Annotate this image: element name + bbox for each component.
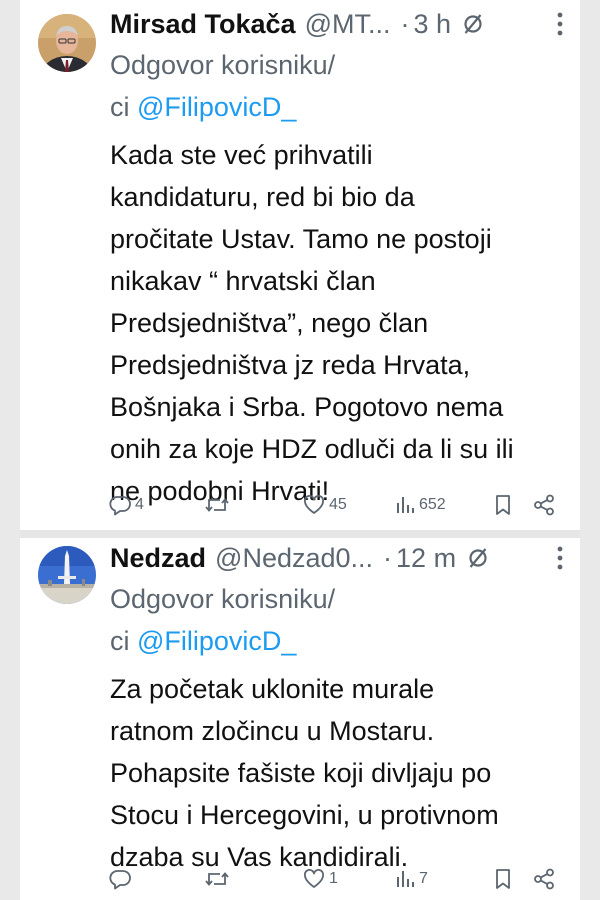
reply-mention-link[interactable]: @FilipovicD_ — [137, 92, 296, 122]
tweet[interactable]: Nedzad @Nedzad0... · 12 m Odgovor korisn… — [20, 538, 580, 900]
reply-button[interactable] — [108, 864, 135, 894]
views-button[interactable]: 652 — [394, 490, 446, 520]
reply-prefix-cont: ci — [110, 626, 137, 656]
reply-prefix: Odgovor korisniku/ — [110, 584, 336, 614]
avatar[interactable] — [38, 546, 96, 604]
tweet[interactable]: Mirsad Tokača @MT... · 3 h Odgovor koris… — [20, 4, 580, 530]
views-chart-icon — [397, 497, 414, 513]
views-button[interactable]: 7 — [394, 864, 428, 894]
bookmark-icon — [496, 869, 510, 889]
reply-context: Odgovor korisniku/ ci @FilipovicD_ — [110, 578, 566, 662]
reply-prefix-cont: ci — [110, 92, 137, 122]
grok-icon[interactable] — [461, 12, 485, 36]
like-button[interactable]: 1 — [302, 864, 338, 894]
timestamp[interactable]: 3 h — [413, 9, 451, 40]
user-handle[interactable]: @MT... — [305, 9, 391, 40]
reply-button[interactable]: 4 — [108, 490, 144, 520]
display-name[interactable]: Mirsad Tokača — [110, 9, 296, 40]
retweet-button[interactable] — [204, 864, 233, 894]
views-count: 7 — [419, 870, 428, 887]
tweet-actions: 4 45 652 — [20, 490, 580, 520]
tweet-header: Mirsad Tokača @MT... · 3 h — [110, 4, 566, 44]
tweet-divider — [20, 530, 580, 538]
timeline-feed: Mirsad Tokača @MT... · 3 h Odgovor koris… — [20, 0, 580, 900]
more-options-icon[interactable] — [556, 545, 566, 571]
heart-icon — [304, 495, 324, 514]
monument-sky-avatar-icon — [38, 546, 96, 604]
retweet-icon — [205, 498, 229, 512]
reply-count: 4 — [135, 496, 144, 513]
more-options-icon[interactable] — [556, 11, 566, 37]
share-button[interactable] — [532, 490, 556, 520]
views-count: 652 — [419, 496, 446, 513]
display-name[interactable]: Nedzad — [110, 543, 206, 574]
tweet-text: Za početak uklonite murale ratnom zločin… — [110, 674, 499, 872]
avatar[interactable] — [38, 14, 96, 72]
like-button[interactable]: 45 — [302, 490, 347, 520]
man-portrait-avatar-icon — [38, 14, 96, 72]
like-count: 45 — [329, 496, 347, 513]
timestamp[interactable]: 12 m — [396, 543, 456, 574]
views-chart-icon — [397, 871, 414, 887]
reply-prefix: Odgovor korisniku/ — [110, 50, 336, 80]
grok-icon[interactable] — [466, 546, 490, 570]
time-separator: · — [383, 542, 393, 573]
reply-context: Odgovor korisniku/ ci @FilipovicD_ — [110, 44, 566, 128]
reply-icon — [109, 496, 131, 516]
bookmark-icon — [496, 495, 510, 515]
bookmark-button[interactable] — [492, 490, 514, 520]
reply-icon — [109, 870, 131, 890]
retweet-icon — [205, 872, 229, 886]
tweet-text: Kada ste već prihvatili kandidaturu, red… — [110, 140, 514, 506]
share-icon — [534, 868, 554, 890]
time-separator: · — [400, 8, 410, 39]
like-count: 1 — [329, 870, 338, 887]
heart-icon — [304, 869, 324, 888]
reply-mention-link[interactable]: @FilipovicD_ — [137, 626, 296, 656]
user-handle[interactable]: @Nedzad0... — [215, 543, 373, 574]
tweet-header: Nedzad @Nedzad0... · 12 m — [110, 538, 566, 578]
tweet-actions: 1 7 — [20, 864, 580, 894]
share-icon — [534, 494, 554, 516]
share-button[interactable] — [532, 864, 556, 894]
bookmark-button[interactable] — [492, 864, 514, 894]
retweet-button[interactable] — [204, 490, 233, 520]
